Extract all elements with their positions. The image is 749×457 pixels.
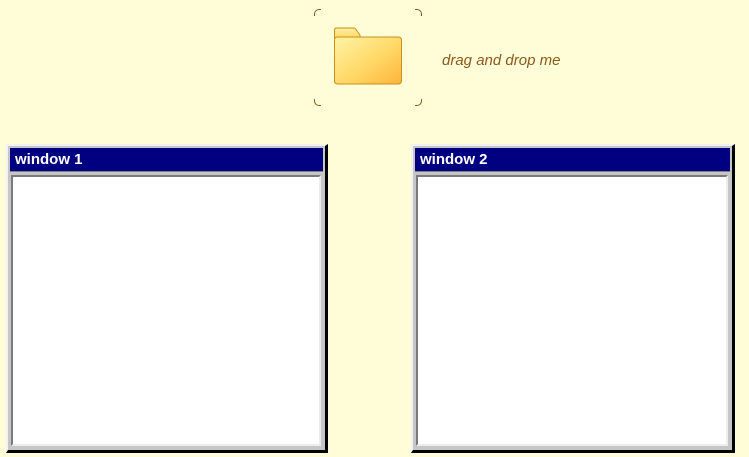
window-1-drop-area[interactable] — [11, 175, 321, 446]
window-1-titlebar[interactable]: window 1 — [10, 148, 323, 172]
corner-bracket-top-left — [314, 9, 321, 16]
corner-bracket-bottom-right — [415, 99, 422, 106]
corner-bracket-top-right — [415, 9, 422, 16]
corner-bracket-bottom-left — [314, 99, 321, 106]
window-1[interactable]: window 1 — [6, 144, 328, 453]
drag-and-drop-label: drag and drop me — [442, 52, 561, 69]
drag-zone — [314, 9, 422, 106]
window-2-drop-area[interactable] — [416, 175, 728, 446]
window-2-titlebar[interactable]: window 2 — [415, 148, 730, 172]
window-2[interactable]: window 2 — [411, 144, 735, 453]
folder-icon[interactable] — [333, 26, 403, 86]
